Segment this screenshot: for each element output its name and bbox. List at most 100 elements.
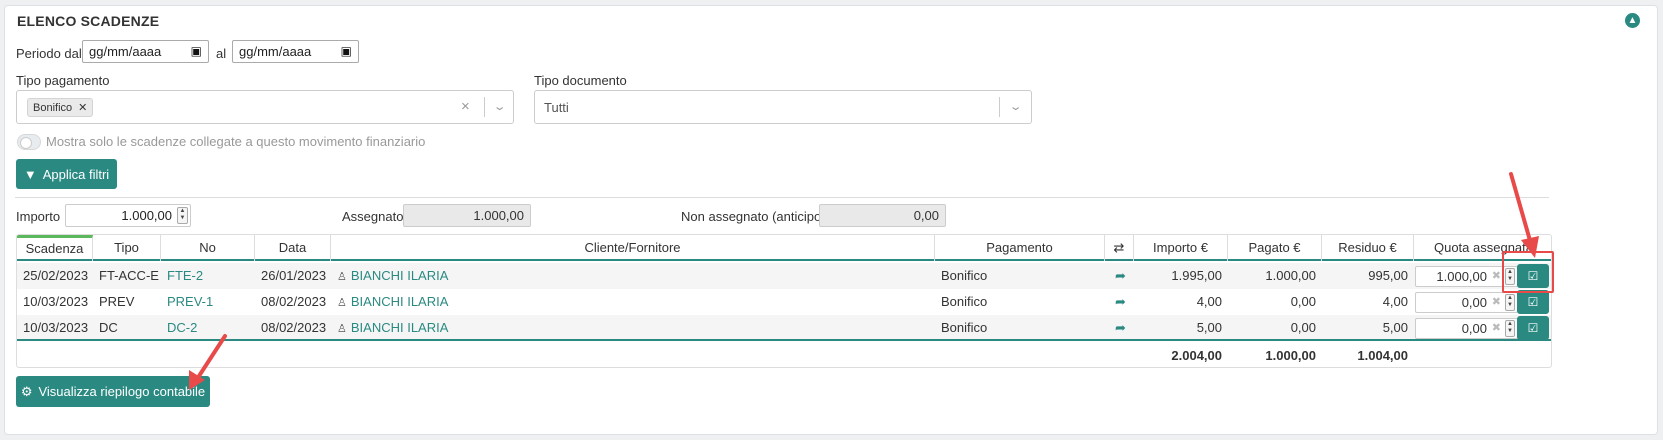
table-row: 25/02/2023 FT-ACC-E FTE-2 26/01/2023 ♙ BI… — [17, 263, 1551, 289]
table-row: 10/03/2023 DC DC-2 08/02/2023 ♙ BIANCHI I… — [17, 315, 1551, 341]
assegnato-label: Assegnato — [342, 209, 404, 224]
clear-icon[interactable]: ✖ — [1492, 321, 1501, 334]
importo-input[interactable]: 1.000,00 ▲ ▼ — [65, 204, 191, 227]
cell-data: 26/01/2023 — [261, 268, 327, 283]
share-arrow-icon[interactable]: ➦ — [1109, 263, 1132, 289]
summary-button-label: Visualizza riepilogo contabile — [38, 384, 206, 399]
quota-value: 0,00 — [1461, 321, 1487, 336]
cell-cliente-link[interactable]: ♙ BIANCHI ILARIA — [331, 263, 454, 289]
share-arrow-icon[interactable]: ➦ — [1109, 289, 1132, 315]
cell-cliente-link[interactable]: ♙ BIANCHI ILARIA — [331, 289, 454, 315]
panel-title: ELENCO SCADENZE — [17, 13, 160, 29]
period-to-input[interactable]: gg/mm/aaaa ▣ — [232, 40, 359, 63]
cell-pagato: 0,00 — [1290, 320, 1316, 335]
non-assegnato-label: Non assegnato (anticipo) — [681, 209, 826, 224]
payment-type-select[interactable]: Bonifico ✕ × ⌄ — [16, 90, 514, 124]
gears-icon: ⚙ — [20, 383, 33, 399]
importo-label: Importo — [16, 209, 61, 224]
summary-button[interactable]: ⚙ Visualizza riepilogo contabile — [16, 376, 210, 407]
document-type-value: Tutti — [544, 100, 569, 115]
cliente-name: BIANCHI ILARIA — [350, 294, 449, 309]
col-pagato[interactable]: Pagato € — [1228, 235, 1322, 261]
person-icon: ♙ — [337, 323, 347, 335]
divider — [15, 197, 1549, 198]
col-cliente[interactable]: Cliente/Fornitore — [331, 235, 935, 261]
col-no[interactable]: No — [161, 235, 255, 261]
col-pagamento[interactable]: Pagamento — [935, 235, 1105, 261]
stepper-icon[interactable]: ▲ ▼ — [1505, 320, 1515, 337]
document-type-select[interactable]: Tutti ⌄ — [534, 90, 1032, 124]
col-scadenza[interactable]: Scadenza — [17, 235, 93, 261]
quota-value: 0,00 — [1461, 295, 1487, 310]
col-data[interactable]: Data — [255, 235, 331, 261]
annotation-arrow-icon — [189, 334, 227, 390]
cell-pagamento: Bonifico — [941, 268, 988, 283]
cell-pagamento: Bonifico — [941, 320, 988, 335]
annotation-arrow-icon — [1509, 172, 1539, 258]
linked-only-toggle[interactable] — [17, 134, 41, 150]
tag-label: Bonifico — [33, 102, 73, 114]
cell-data: 08/02/2023 — [261, 320, 327, 335]
cell-data: 08/02/2023 — [261, 294, 327, 309]
cliente-name: BIANCHI ILARIA — [350, 320, 449, 335]
apply-filters-label: Applica filtri — [42, 166, 110, 182]
cell-residuo: 995,00 — [1368, 268, 1408, 283]
cell-tipo: PREV — [99, 294, 135, 309]
assign-check-button[interactable]: ☑ — [1517, 290, 1549, 314]
linked-only-label: Mostra solo le scadenze collegate a ques… — [46, 134, 426, 149]
quota-input[interactable]: 0,00 ✖ ▲ ▼ — [1415, 292, 1518, 313]
tag-remove-icon[interactable]: ✕ — [78, 102, 87, 114]
cell-pagato: 1.000,00 — [1265, 268, 1316, 283]
cell-pagamento: Bonifico — [941, 294, 988, 309]
non-assegnato-field: 0,00 — [819, 204, 946, 227]
chevron-down-icon[interactable]: ⌄ — [493, 100, 507, 113]
share-arrow-icon[interactable]: ➦ — [1109, 315, 1132, 341]
apply-filters-button[interactable]: ▼ Applica filtri — [16, 159, 117, 189]
total-pagato: 1.000,00 — [1265, 348, 1316, 363]
assegnato-field: 1.000,00 — [403, 204, 531, 227]
cell-scadenza: 10/03/2023 — [23, 320, 89, 335]
scadenze-table: Scadenza Tipo No Data Cliente/Fornitore … — [16, 234, 1552, 368]
cell-tipo: FT-ACC-E — [99, 268, 159, 283]
cell-cliente-link[interactable]: ♙ BIANCHI ILARIA — [331, 315, 454, 341]
quota-input[interactable]: 0,00 ✖ ▲ ▼ — [1415, 318, 1518, 339]
clear-icon[interactable]: × — [461, 98, 470, 115]
person-icon: ♙ — [337, 297, 347, 309]
period-from-input[interactable]: gg/mm/aaaa ▣ — [82, 40, 209, 63]
assign-check-button[interactable]: ☑ — [1517, 316, 1549, 340]
document-type-label: Tipo documento — [534, 73, 627, 88]
table-row: 10/03/2023 PREV PREV-1 08/02/2023 ♙ BIANC… — [17, 289, 1551, 315]
person-icon: ♙ — [337, 271, 347, 283]
period-from-label: Periodo dal — [16, 46, 82, 61]
cell-no-link[interactable]: FTE-2 — [161, 263, 209, 289]
stepper-icon[interactable]: ▲ ▼ — [177, 207, 188, 224]
clear-icon[interactable]: ✖ — [1492, 295, 1501, 308]
importo-value: 1.000,00 — [121, 208, 172, 223]
cell-scadenza: 25/02/2023 — [23, 268, 89, 283]
col-transfer-icon: ⇄ — [1105, 235, 1134, 261]
period-to-label: al — [216, 46, 227, 61]
cell-importo: 4,00 — [1196, 294, 1222, 309]
col-tipo[interactable]: Tipo — [93, 235, 161, 261]
cell-importo: 5,00 — [1196, 320, 1222, 335]
calendar-icon[interactable]: ▣ — [341, 44, 352, 58]
select-separator — [484, 97, 485, 117]
period-to-placeholder: gg/mm/aaaa — [239, 44, 312, 59]
calendar-icon[interactable]: ▣ — [191, 44, 202, 58]
total-residuo: 1.004,00 — [1357, 348, 1408, 363]
cell-pagato: 0,00 — [1290, 294, 1316, 309]
col-importo[interactable]: Importo € — [1134, 235, 1228, 261]
cell-scadenza: 10/03/2023 — [23, 294, 89, 309]
cell-importo: 1.995,00 — [1171, 268, 1222, 283]
collapse-chevron-icon[interactable]: ▲ — [1625, 13, 1640, 28]
quota-value: 1.000,00 — [1436, 269, 1487, 284]
clear-icon[interactable]: ✖ — [1492, 269, 1501, 282]
col-residuo[interactable]: Residuo € — [1322, 235, 1414, 261]
cell-no-link[interactable]: PREV-1 — [161, 289, 219, 315]
stepper-icon[interactable]: ▲ ▼ — [1505, 294, 1515, 311]
cell-residuo: 4,00 — [1382, 294, 1408, 309]
select-separator — [999, 97, 1000, 117]
scadenze-panel: ELENCO SCADENZE ▲ Periodo dal gg/mm/aaaa… — [4, 5, 1658, 435]
cell-residuo: 5,00 — [1382, 320, 1408, 335]
chevron-down-icon[interactable]: ⌄ — [1009, 100, 1023, 113]
